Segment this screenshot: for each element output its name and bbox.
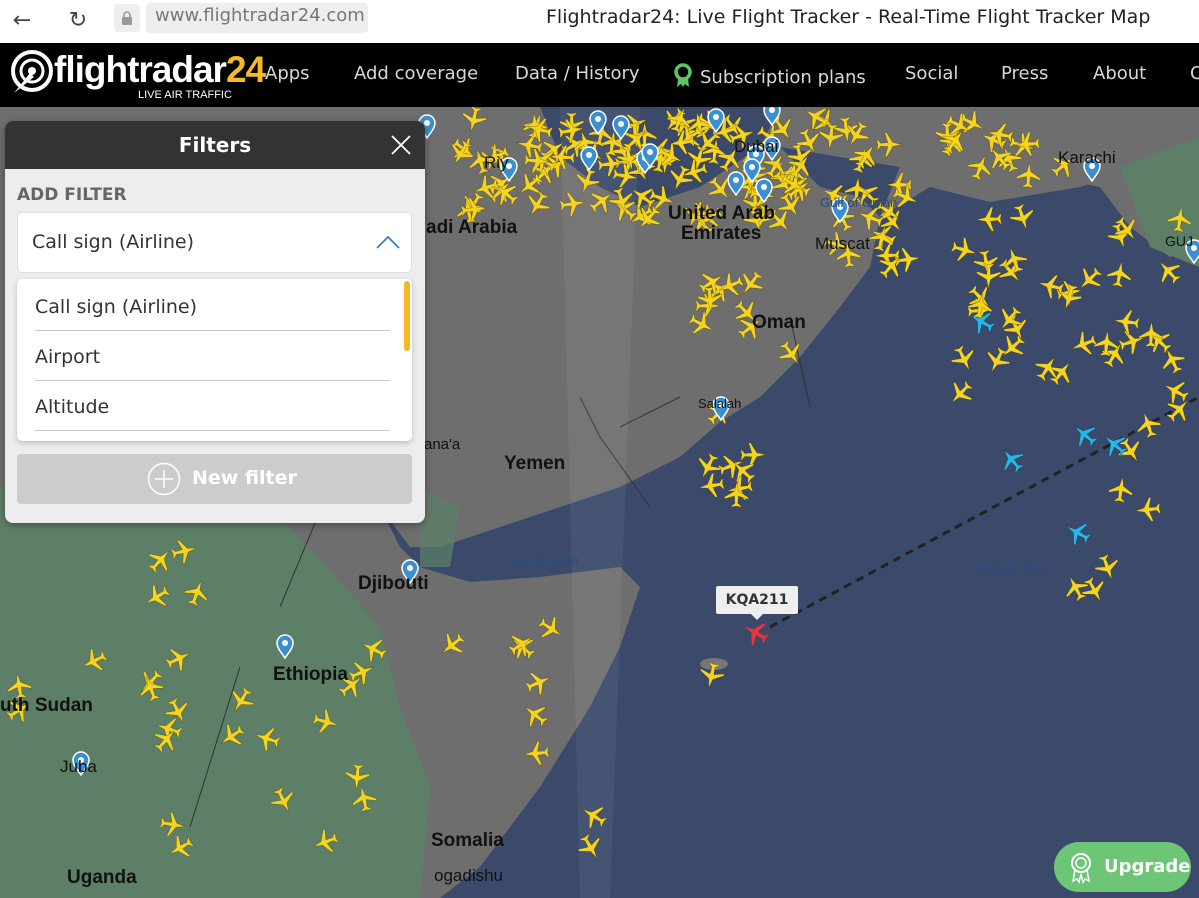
aircraft-icon[interactable]: [1007, 202, 1038, 233]
aircraft-icon[interactable]: [949, 235, 980, 265]
filter-type-select[interactable]: Call sign (Airline): [17, 212, 412, 273]
nav-apps[interactable]: Apps: [265, 63, 310, 84]
plus-circle-icon: [147, 462, 181, 496]
label-uae-2: Emirates: [681, 223, 762, 244]
label-ethiopia: Ethiopia: [273, 664, 348, 685]
label-muscat: Muscat: [815, 234, 870, 253]
dropdown-option-airport[interactable]: Airport: [35, 331, 390, 381]
aircraft-icon[interactable]: [1078, 574, 1111, 608]
aircraft-icon[interactable]: [740, 442, 766, 468]
nav-add-coverage[interactable]: Add coverage: [354, 63, 478, 84]
reload-button[interactable]: ↻: [64, 6, 92, 34]
award-icon: [1071, 853, 1091, 884]
label-yemen: Yemen: [504, 453, 566, 474]
label-karachi: Karachi: [1058, 148, 1116, 167]
aircraft-icon[interactable]: [1106, 260, 1134, 289]
label-salalah: Salalah: [698, 396, 742, 411]
aircraft-icon[interactable]: [948, 342, 981, 375]
add-filter-label: ADD FILTER: [17, 185, 127, 205]
label-djibouti: Djibouti: [358, 573, 429, 594]
nav-data-history[interactable]: Data / History: [515, 63, 640, 84]
dropdown-option-call-sign[interactable]: Call sign (Airline): [35, 281, 390, 331]
selected-aircraft-icon[interactable]: [741, 618, 771, 648]
aircraft-icon[interactable]: [1092, 552, 1123, 584]
dropdown-scrollbar[interactable]: [404, 281, 410, 351]
label-south-sudan: uth Sudan: [0, 695, 93, 716]
aircraft-icon[interactable]: [1162, 392, 1197, 427]
logo-text: flightradar24: [54, 49, 266, 90]
flight-path-kqa211: [769, 395, 1199, 629]
close-icon[interactable]: [389, 133, 413, 157]
upgrade-label: Upgrade: [1104, 856, 1191, 877]
aircraft-icon[interactable]: [1133, 409, 1164, 440]
award-icon: [674, 63, 692, 87]
aircraft-icon[interactable]: [1113, 308, 1141, 335]
new-filter-label: New filter: [192, 467, 297, 489]
filter-type-dropdown: Call sign (Airline) Airport Altitude: [17, 279, 412, 441]
aircraft-icon[interactable]: [1061, 516, 1095, 549]
address-bar[interactable]: www.flightradar24.com: [146, 3, 368, 33]
aircraft-icon[interactable]: [1116, 326, 1147, 357]
new-filter-button[interactable]: New filter: [17, 454, 412, 504]
label-juba: Juba: [60, 757, 97, 776]
aircraft-icon[interactable]: [1044, 355, 1078, 389]
filters-panel: Filters ADD FILTER Call sign (Airline) C…: [5, 121, 425, 523]
aircraft-icon[interactable]: [943, 376, 978, 411]
label-dubai: Dubai: [734, 137, 779, 156]
aircraft-icon[interactable]: [995, 330, 1030, 365]
flight-callsign-label[interactable]: KQA211: [716, 586, 798, 620]
nav-press[interactable]: Press: [1001, 63, 1048, 84]
label-somalia: Somalia: [431, 830, 504, 851]
chevron-up-icon: [376, 235, 400, 249]
aircraft-icon[interactable]: [1156, 344, 1189, 377]
lock-icon[interactable]: [114, 4, 140, 32]
label-mogadishu: ogadishu: [434, 866, 504, 885]
nav-social[interactable]: Social: [905, 63, 958, 84]
aircraft-icon[interactable]: [1142, 324, 1177, 359]
nav-about[interactable]: About: [1093, 63, 1146, 84]
aircraft-icon[interactable]: [697, 472, 725, 500]
label-riyadh: Riy: [484, 153, 509, 172]
label-uae-1: United Arab: [668, 203, 775, 224]
label-gujarat: GUJ: [1165, 233, 1193, 249]
logo-tagline: LIVE AIR TRAFFIC: [138, 89, 232, 101]
browser-toolbar: ← ↻ www.flightradar24.com Flightradar24:…: [0, 0, 1199, 43]
aircraft-icon[interactable]: [1107, 475, 1134, 503]
aircraft-icon[interactable]: [976, 206, 1002, 232]
radar-logo-icon: [11, 50, 53, 93]
nav-contact[interactable]: C: [1190, 63, 1199, 84]
aircraft-icon[interactable]: [1059, 571, 1092, 604]
aircraft-icon[interactable]: [1134, 496, 1162, 522]
aircraft-icon[interactable]: [976, 263, 1001, 289]
label-sanaa: ana'a: [424, 436, 461, 453]
label-gulf-of-oman: Gulf of Oman: [820, 195, 898, 210]
label-arabian-sea: Arabian Sea: [976, 561, 1048, 576]
nav-subscription-plans[interactable]: Subscription plans: [672, 63, 866, 89]
label-gulf-of-aden: Gulf of Aden: [507, 553, 579, 568]
back-button[interactable]: ←: [8, 6, 36, 34]
filters-title: Filters: [5, 121, 425, 169]
aircraft-icon[interactable]: [1159, 375, 1193, 408]
page-title: Flightradar24: Live Flight Tracker - Rea…: [546, 6, 1151, 28]
dropdown-option-altitude[interactable]: Altitude: [35, 381, 390, 431]
label-saudi-arabia: adi Arabia: [426, 217, 518, 238]
label-uganda: Uganda: [67, 867, 137, 888]
aircraft-icon[interactable]: [999, 244, 1030, 275]
filter-type-value: Call sign (Airline): [32, 231, 195, 253]
upgrade-button[interactable]: Upgrade: [1054, 842, 1191, 892]
aircraft-icon[interactable]: [1067, 417, 1102, 451]
night-shade: [560, 107, 640, 898]
aircraft-icon[interactable]: [994, 442, 1028, 477]
site-header: flightradar24 LIVE AIR TRAFFIC Apps Add …: [0, 43, 1199, 107]
label-oman: Oman: [752, 312, 806, 333]
logo[interactable]: flightradar24 LIVE AIR TRAFFIC: [10, 49, 266, 101]
